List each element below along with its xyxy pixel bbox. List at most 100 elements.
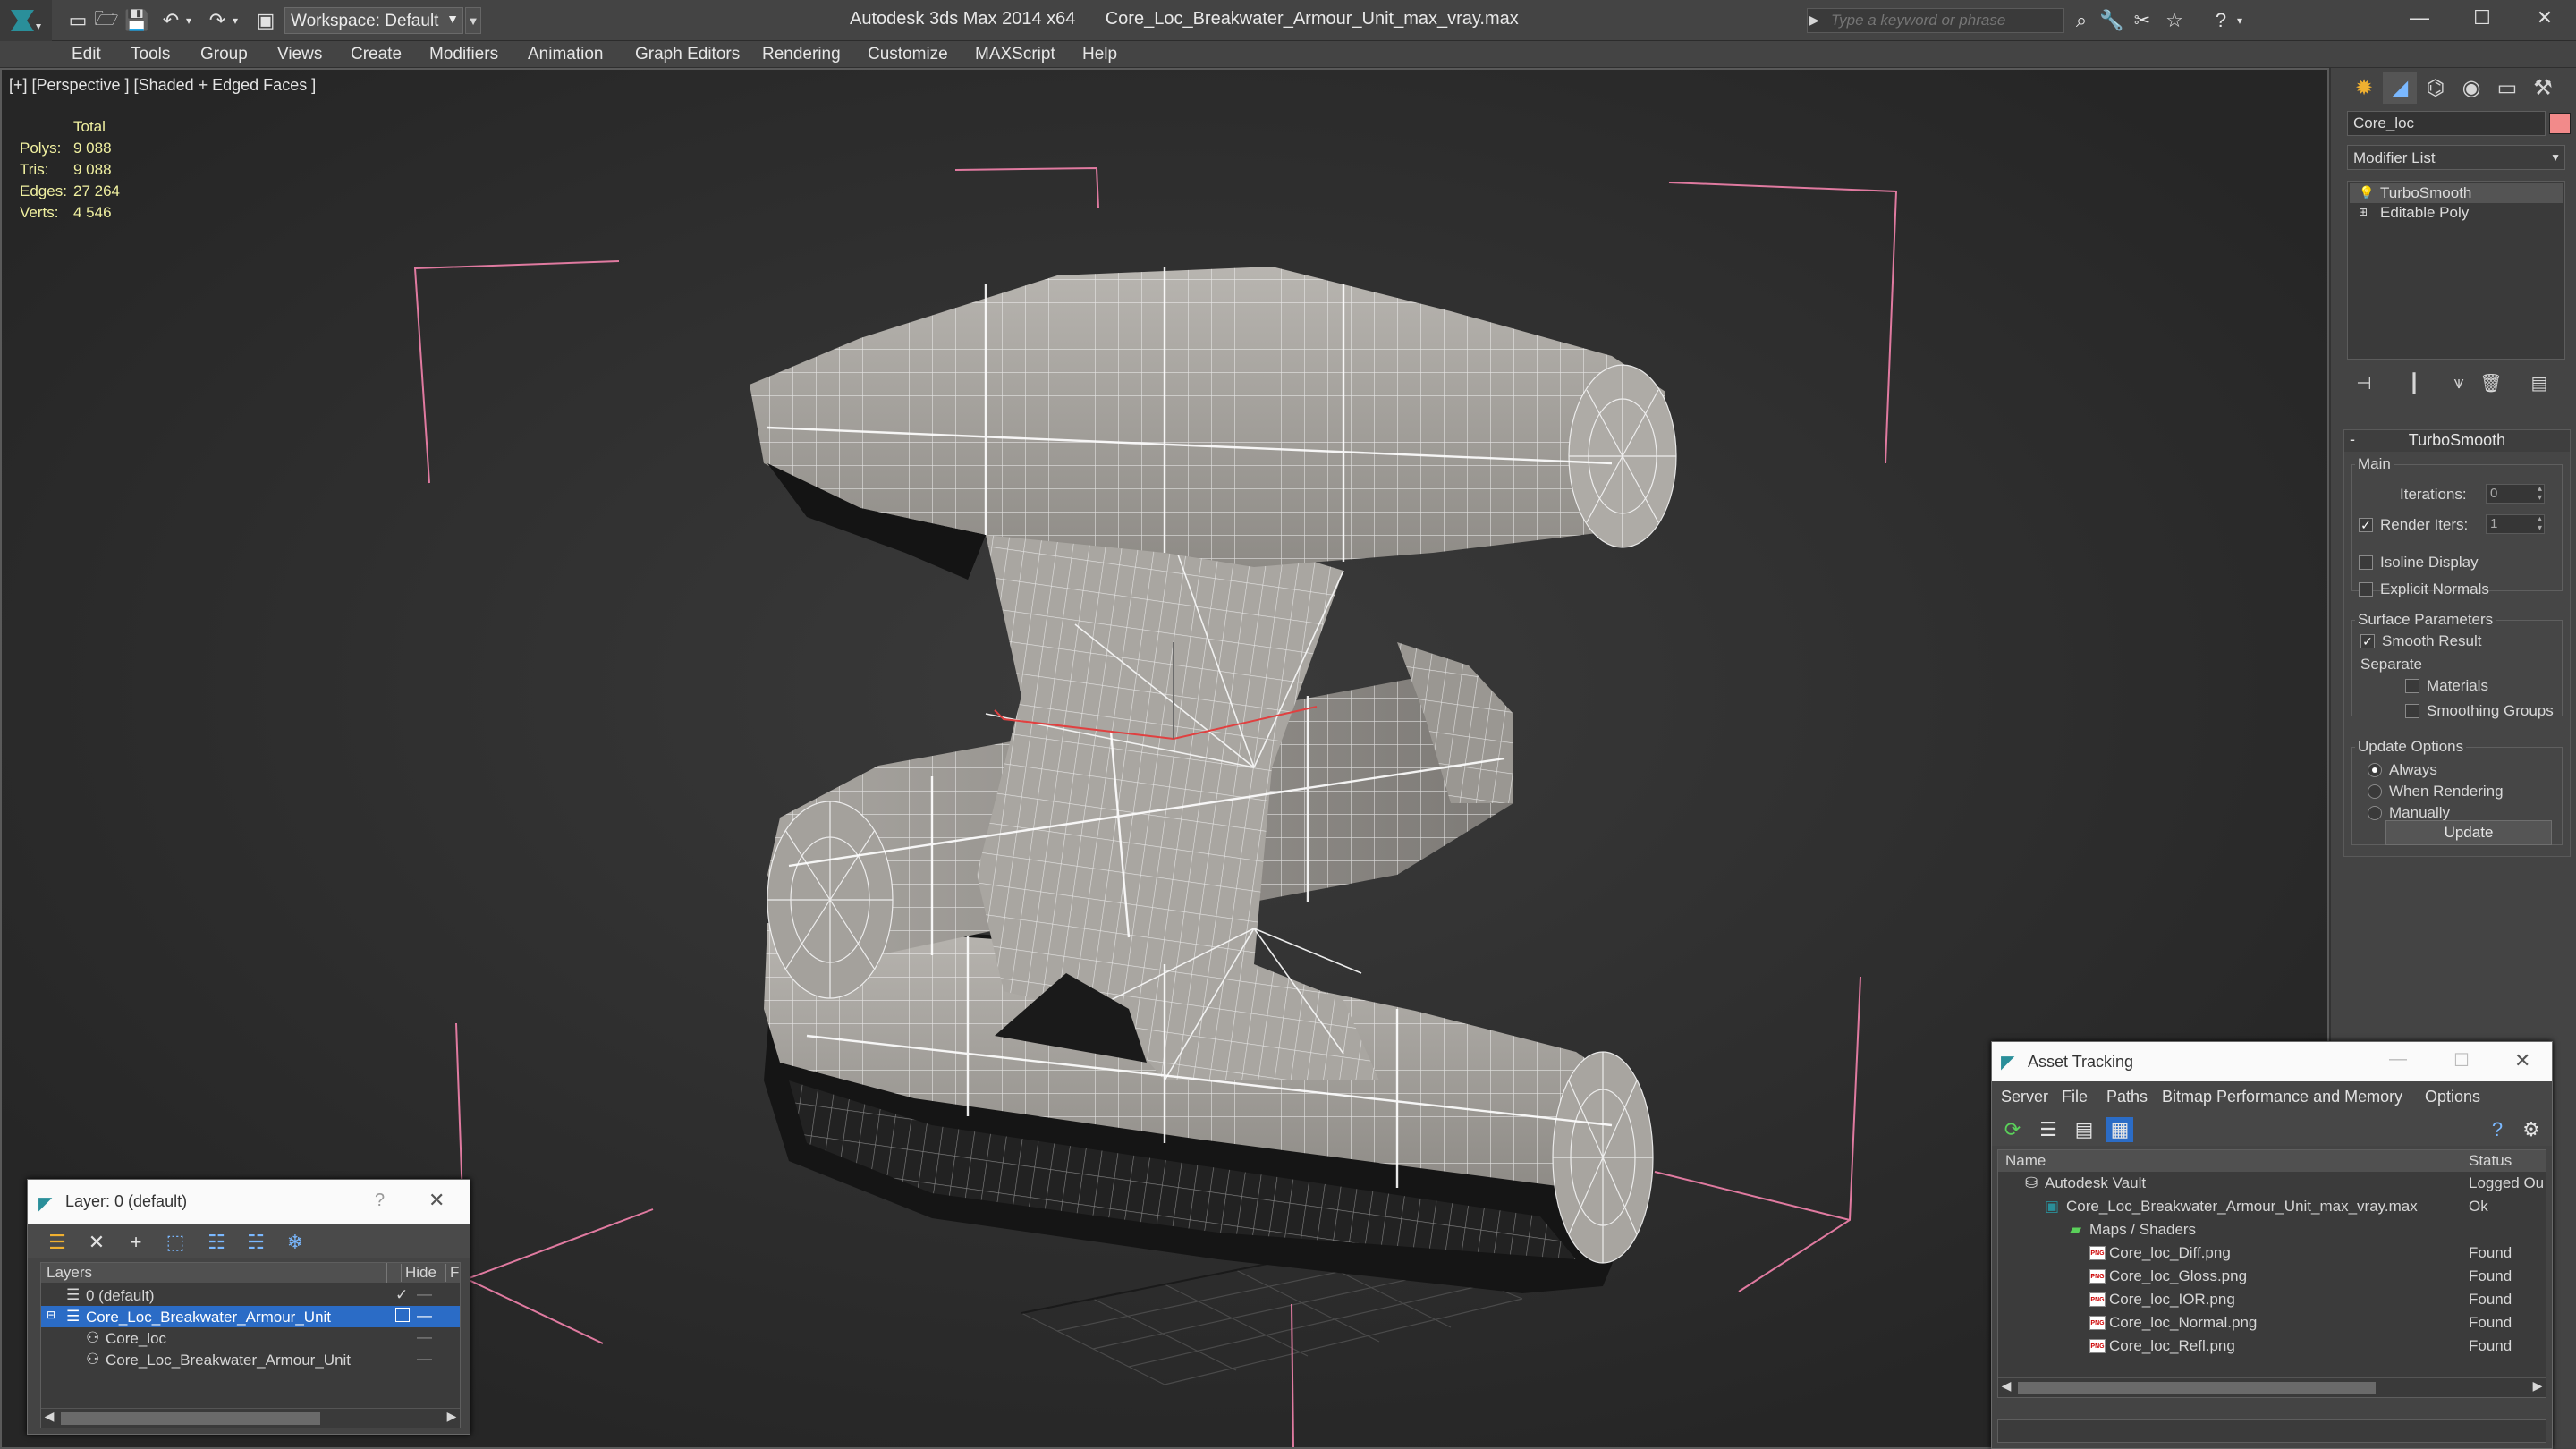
utilities-tab-icon[interactable]: ⚒ — [2526, 72, 2560, 104]
set-active-box[interactable] — [395, 1308, 410, 1322]
asset-menu-bitmap[interactable]: Bitmap Performance and Memory — [2162, 1088, 2402, 1106]
stack-item-turbosmooth[interactable]: 💡 TurboSmooth — [2350, 183, 2563, 203]
col-status[interactable]: Status — [2469, 1152, 2512, 1170]
communication-center-icon[interactable]: ✂ — [2129, 7, 2156, 34]
pin-stack-icon[interactable]: ⊣ — [2351, 370, 2377, 395]
menu-animation[interactable]: Animation — [528, 45, 604, 64]
lightbulb-icon[interactable]: 💡 — [2359, 186, 2374, 199]
asset-menu-file[interactable]: File — [2062, 1088, 2088, 1106]
asset-row[interactable]: PNG Core_loc_IOR.png Found — [1998, 1288, 2546, 1311]
undo-dropdown-icon[interactable]: ▾ — [182, 8, 195, 33]
redo-icon[interactable]: ↷ — [204, 8, 231, 33]
dialog-title-bar[interactable]: ◤ Asset Tracking — ☐ ✕ — [1992, 1042, 2552, 1081]
collapse-minus-icon[interactable]: ⊟ — [47, 1309, 55, 1321]
configure-modifier-sets-icon[interactable]: ▤ — [2526, 370, 2553, 395]
render-iters-spinner[interactable]: 1 ▴ ▾ — [2486, 514, 2545, 534]
always-radio[interactable] — [2368, 763, 2382, 777]
viewport-label[interactable]: [+] [Perspective ] [Shaded + Edged Faces… — [9, 76, 316, 95]
hide-all-layers-icon[interactable]: ☵ — [242, 1230, 269, 1255]
menu-modifiers[interactable]: Modifiers — [429, 45, 498, 64]
make-unique-icon[interactable]: ⩛ — [2445, 370, 2472, 395]
modify-tab-icon[interactable]: ◢ — [2383, 72, 2417, 104]
iterations-spinner[interactable]: 0 ▴ ▾ — [2486, 484, 2545, 504]
scroll-thumb[interactable] — [61, 1412, 320, 1425]
search-expand-icon[interactable]: ▶ — [1809, 13, 1819, 28]
close-icon[interactable]: ✕ — [2514, 1049, 2530, 1072]
when-rendering-radio[interactable] — [2368, 784, 2382, 799]
quick-access-dropdown[interactable]: ▼ — [465, 7, 481, 34]
expand-plus-icon[interactable]: ⊞ — [2359, 206, 2371, 218]
asset-row[interactable]: PNG Core_loc_Diff.png Found — [1998, 1241, 2546, 1265]
menu-create[interactable]: Create — [351, 45, 402, 64]
layer-row[interactable]: ⚇ Core_Loc_Breakwater_Armour_Unit — — [41, 1349, 460, 1370]
minimize-icon[interactable]: — — [2389, 1049, 2407, 1070]
asset-row[interactable]: PNG Core_loc_Normal.png Found — [1998, 1311, 2546, 1335]
menu-tools[interactable]: Tools — [131, 45, 170, 64]
materials-checkbox[interactable] — [2405, 679, 2419, 693]
spinner-arrows-icon[interactable]: ▴ ▾ — [2538, 485, 2542, 503]
stack-item-editable-poly[interactable]: ⊞ Editable Poly — [2350, 203, 2563, 223]
application-button[interactable] — [0, 0, 52, 41]
list-view-icon[interactable]: ☰ — [2035, 1117, 2062, 1142]
settings-icon[interactable]: ⚙ — [2518, 1117, 2545, 1142]
col-name[interactable]: Name — [2005, 1152, 2046, 1170]
favorites-star-icon[interactable]: ☆ — [2161, 7, 2188, 34]
table-view-icon[interactable]: ▦ — [2106, 1117, 2133, 1142]
freeze-all-layers-icon[interactable]: ❄ — [282, 1230, 309, 1255]
undo-icon[interactable]: ↶ — [157, 8, 184, 33]
menu-views[interactable]: Views — [277, 45, 322, 64]
minimize-button[interactable]: — — [2388, 0, 2451, 36]
close-icon[interactable]: ✕ — [428, 1189, 445, 1212]
spinner-arrows-icon[interactable]: ▴ ▾ — [2538, 515, 2542, 533]
new-file-icon[interactable]: ▭ — [64, 8, 91, 33]
layer-row[interactable]: ⊟ ☰ Core_Loc_Breakwater_Armour_Unit — — [41, 1306, 460, 1327]
scroll-thumb[interactable] — [2018, 1382, 2376, 1394]
scroll-left-icon[interactable]: ◀ — [41, 1409, 57, 1424]
col-hide[interactable]: Hide — [401, 1264, 436, 1282]
object-name-field[interactable]: Core_loc — [2347, 111, 2546, 136]
hierarchy-tab-icon[interactable]: ⌬ — [2419, 72, 2453, 104]
object-color-swatch[interactable] — [2549, 113, 2571, 134]
maximize-icon[interactable]: ☐ — [2453, 1049, 2470, 1072]
subscription-icon[interactable]: 🔧 — [2098, 7, 2125, 34]
save-file-icon[interactable]: 💾 — [123, 8, 150, 33]
col-freeze[interactable]: F — [445, 1264, 459, 1282]
menu-maxscript[interactable]: MAXScript — [975, 45, 1055, 64]
smoothing-groups-checkbox[interactable] — [2405, 704, 2419, 718]
render-iters-checkbox[interactable]: ✓ — [2359, 518, 2373, 532]
add-to-layer-icon[interactable]: + — [123, 1230, 149, 1255]
refresh-icon[interactable]: ⟳ — [1999, 1117, 2026, 1142]
asset-row[interactable]: PNG Core_loc_Refl.png Found — [1998, 1335, 2546, 1358]
hide-toggle[interactable]: — — [417, 1285, 432, 1303]
new-layer-icon[interactable]: ☰ — [44, 1230, 71, 1255]
asset-row[interactable]: ▣ Core_Loc_Breakwater_Armour_Unit_max_vr… — [1998, 1195, 2546, 1218]
project-folder-icon[interactable]: ▣ — [252, 8, 279, 33]
binoculars-icon[interactable]: ⌕ — [2068, 7, 2095, 34]
detail-view-icon[interactable]: ▤ — [2071, 1117, 2097, 1142]
active-layer-check-icon[interactable]: ✓ — [395, 1286, 408, 1304]
maximize-button[interactable]: ☐ — [2451, 0, 2513, 36]
horizontal-scrollbar[interactable]: ◀ ▶ — [1998, 1377, 2546, 1397]
redo-dropdown-icon[interactable]: ▾ — [229, 8, 242, 33]
smooth-result-checkbox[interactable]: ✓ — [2360, 634, 2375, 648]
display-tab-icon[interactable]: ▭ — [2490, 72, 2524, 104]
menu-rendering[interactable]: Rendering — [762, 45, 841, 64]
menu-edit[interactable]: Edit — [72, 45, 101, 64]
dialog-title-bar[interactable]: ◤ Layer: 0 (default) ? ✕ — [28, 1180, 470, 1224]
asset-menu-paths[interactable]: Paths — [2106, 1088, 2148, 1106]
asset-row[interactable]: ▰ Maps / Shaders — [1998, 1218, 2546, 1241]
motion-tab-icon[interactable]: ◉ — [2454, 72, 2488, 104]
col-layers[interactable]: Layers — [47, 1264, 92, 1282]
rollout-header[interactable]: - TurboSmooth — [2344, 430, 2570, 452]
delete-layer-icon[interactable]: ✕ — [83, 1230, 110, 1255]
explicit-normals-checkbox[interactable] — [2359, 582, 2373, 597]
search-input[interactable] — [1826, 9, 2063, 32]
asset-menu-server[interactable]: Server — [2001, 1088, 2048, 1106]
help-icon[interactable]: ? — [2207, 7, 2234, 34]
layer-row[interactable]: ⚇ Core_loc — — [41, 1327, 460, 1349]
hide-toggle[interactable]: — — [417, 1328, 432, 1346]
help-dropdown-icon[interactable]: ▾ — [2233, 7, 2247, 34]
asset-menu-options[interactable]: Options — [2425, 1088, 2480, 1106]
workspace-selector[interactable]: Workspace: Default ▼ — [284, 7, 463, 34]
scroll-right-icon[interactable]: ▶ — [2529, 1378, 2546, 1394]
